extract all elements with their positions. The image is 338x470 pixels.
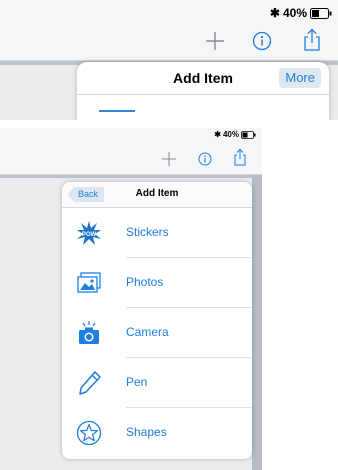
battery-percent: 40% [222,130,239,139]
bluetooth-icon: ✱ [214,130,221,139]
list-item-label: Stickers [126,225,169,239]
add-item-list: POW Stickers Photos Camera Pen Shapes [62,208,252,458]
info-icon[interactable] [252,31,272,51]
svg-text:POW: POW [82,232,97,238]
list-item-pen[interactable]: Pen [62,358,252,408]
top-screenshot: ✱ 40% Add Item More [0,0,338,120]
add-icon[interactable] [204,30,226,52]
battery-percent: 40% [282,6,307,20]
more-button[interactable]: More [279,68,321,88]
camera-icon [79,321,99,344]
popover-header: Add Item More [77,62,329,95]
bluetooth-icon: ✱ [269,6,280,20]
toolbar [0,142,262,175]
list-item-stickers[interactable]: POW Stickers [62,208,252,258]
battery-icon [241,130,256,139]
status-indicators: ✱ 40% [214,130,256,139]
share-icon[interactable] [302,28,322,52]
add-icon[interactable] [161,151,177,167]
bottom-screenshot: ✱ 40% Back Add Item POW Stickers Photos … [0,128,262,470]
battery-icon [310,7,332,19]
list-item-label: Camera [126,325,169,339]
share-icon[interactable] [233,148,247,166]
list-item-shapes[interactable]: Shapes [62,408,252,458]
shapes-icon [76,420,102,446]
stickers-icon: POW [77,221,101,245]
status-indicators: ✱ 40% [270,6,332,20]
photos-icon [77,272,101,293]
popover-title: Add Item [135,188,179,199]
list-item-partial [99,110,135,120]
pen-icon [79,371,101,395]
list-item-photos[interactable]: Photos [62,258,252,308]
status-bar: ✱ 40% [0,0,338,28]
status-bar: ✱ 40% [0,128,262,142]
popover-header: Back Add Item [62,182,252,208]
list-item-label: Shapes [126,425,167,439]
list-item-label: Pen [126,375,148,389]
list-item-camera[interactable]: Camera [62,308,252,358]
list-item-label: Photos [126,275,164,289]
add-item-popover: Add Item More [77,62,329,120]
info-icon[interactable] [198,152,212,166]
add-item-popover: Back Add Item POW Stickers Photos Camera… [62,182,252,459]
toolbar [0,28,338,61]
